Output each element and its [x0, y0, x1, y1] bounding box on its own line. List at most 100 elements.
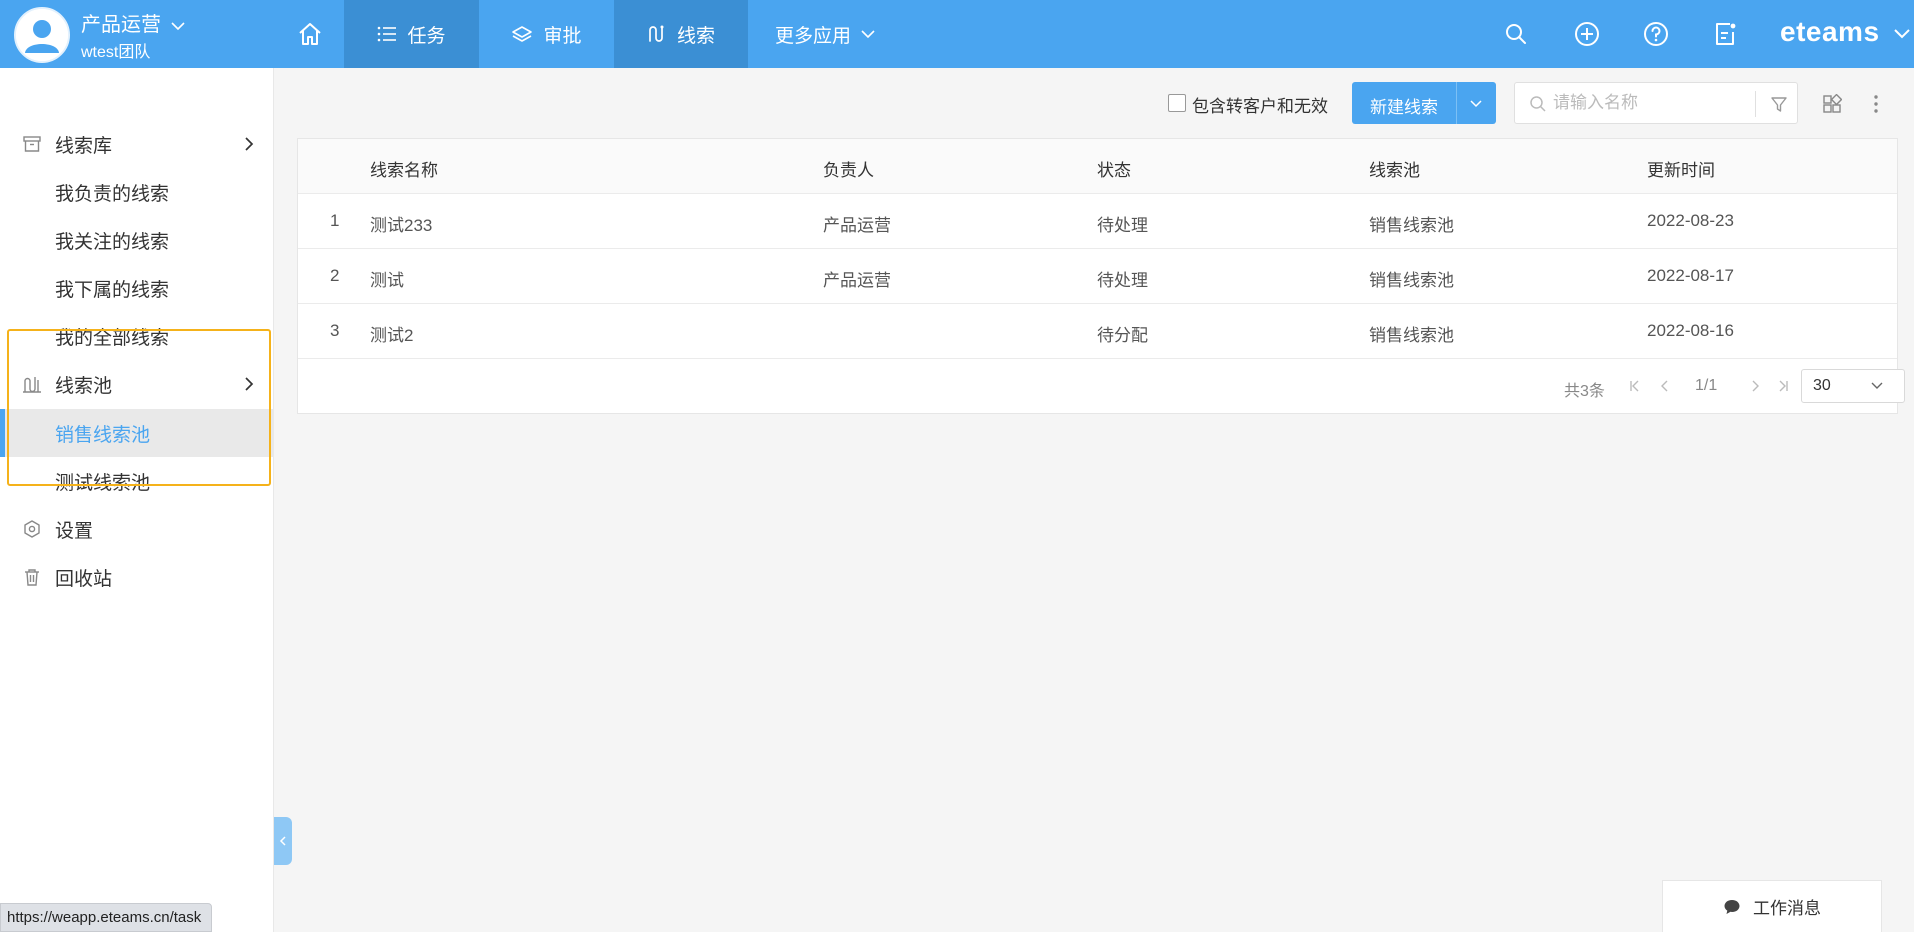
sidebar-item-test-pool[interactable]: 测试线索池	[0, 457, 274, 505]
sidebar-item-subordinates[interactable]: 我下属的线索	[0, 264, 274, 312]
lead-owner: 产品运营	[823, 271, 891, 290]
sidebar-item-label: 线索池	[55, 375, 113, 397]
plus-circle-icon	[1575, 22, 1599, 46]
search-icon	[1530, 96, 1546, 112]
page-size-value: 30	[1813, 377, 1831, 394]
chevron-down-icon[interactable]	[1469, 96, 1483, 110]
table-row[interactable]: 2 测试 产品运营 待处理 销售线索池 2022-08-17	[298, 249, 1897, 304]
sidebar-item-label: 测试线索池	[55, 472, 151, 494]
sidebar-item-my-followed[interactable]: 我关注的线索	[0, 216, 274, 264]
notes-button[interactable]	[1707, 16, 1743, 52]
user-name-dropdown[interactable]: 产品运营	[81, 8, 185, 37]
chevron-right-icon	[245, 377, 254, 391]
more-options-button[interactable]	[1864, 92, 1888, 116]
column-header-status[interactable]: 状态	[1097, 156, 1131, 181]
prev-page-icon[interactable]	[1658, 379, 1672, 393]
search-box	[1514, 82, 1798, 124]
include-converted-checkbox[interactable]	[1168, 94, 1186, 112]
lead-icon	[649, 25, 664, 42]
lead-name[interactable]: 测试2	[370, 321, 413, 346]
chevron-down-icon	[861, 30, 875, 39]
top-navigation-bar: 产品运营 wtest团队 任务 审批 线索 更多应用 eteams	[0, 0, 1914, 68]
tab-task[interactable]: 任务	[344, 0, 479, 68]
user-name: 产品运营	[81, 14, 161, 36]
new-lead-label: 新建线索	[1370, 98, 1438, 117]
sidebar-item-library[interactable]: 线索库	[0, 120, 274, 168]
home-button[interactable]	[290, 14, 330, 54]
help-icon	[1644, 22, 1668, 46]
team-name: wtest团队	[81, 44, 151, 61]
lead-name[interactable]: 测试233	[370, 211, 432, 236]
table-header: 线索名称 负责人 状态 线索池 更新时间	[298, 139, 1897, 194]
filter-icon[interactable]	[1770, 95, 1788, 113]
include-converted-label[interactable]: 包含转客户和无效	[1192, 92, 1328, 117]
avatar[interactable]	[14, 7, 70, 63]
new-lead-button[interactable]: 新建线索	[1352, 82, 1496, 124]
chevron-left-icon	[279, 836, 286, 846]
last-page-icon[interactable]	[1776, 379, 1790, 393]
lead-updated: 2022-08-17	[1647, 266, 1734, 285]
row-index: 1	[330, 211, 340, 230]
lead-status: 待分配	[1097, 326, 1148, 345]
more-vertical-icon	[1874, 95, 1878, 113]
sidebar-item-label: 设置	[55, 520, 94, 542]
sidebar-item-label: 我负责的线索	[55, 183, 170, 205]
column-header-updated[interactable]: 更新时间	[1647, 156, 1715, 181]
list-icon	[378, 26, 397, 42]
lead-pool: 销售线索池	[1369, 271, 1454, 290]
lead-status: 待处理	[1097, 271, 1148, 290]
page-indicator: 1/1	[1695, 377, 1718, 394]
sidebar-item-label: 回收站	[55, 568, 113, 590]
column-header-pool[interactable]: 线索池	[1369, 156, 1420, 181]
sidebar-item-label: 我下属的线索	[55, 279, 170, 301]
status-bar-url: https://weapp.eteams.cn/task	[0, 903, 213, 932]
settings-hex-icon	[24, 520, 40, 538]
layers-icon	[512, 26, 533, 42]
lead-pool: 销售线索池	[1369, 216, 1454, 235]
row-index: 2	[330, 266, 340, 285]
total-count: 共3条	[1564, 383, 1605, 400]
lead-owner: 产品运营	[823, 216, 891, 235]
more-apps-dropdown[interactable]: 更多应用	[775, 0, 875, 68]
tab-approval[interactable]: 审批	[479, 0, 614, 68]
sidebar-item-my-responsible[interactable]: 我负责的线索	[0, 168, 274, 216]
sidebar-item-pool[interactable]: 线索池	[0, 360, 274, 408]
lead-name[interactable]: 测试	[370, 266, 404, 291]
column-header-owner[interactable]: 负责人	[823, 156, 874, 181]
chat-bubble-icon	[1724, 899, 1740, 914]
user-avatar-icon	[16, 9, 68, 61]
table-row[interactable]: 3 测试2 待分配 销售线索池 2022-08-16	[298, 304, 1897, 359]
brand-logo: eteams	[1780, 16, 1880, 47]
search-input[interactable]	[1553, 92, 1753, 114]
search-separator	[1755, 91, 1756, 117]
sidebar-collapse-handle[interactable]	[274, 817, 292, 865]
search-icon	[1506, 24, 1526, 44]
work-messages-label: 工作消息	[1753, 899, 1821, 918]
sidebar-item-recycle[interactable]: 回收站	[0, 553, 274, 601]
next-page-icon[interactable]	[1748, 379, 1762, 393]
page-size-select[interactable]: 30	[1801, 369, 1905, 403]
tab-leads-label: 线索	[676, 25, 715, 47]
search-button[interactable]	[1498, 16, 1534, 52]
tab-approval-label: 审批	[543, 25, 582, 47]
sidebar-item-label: 销售线索池	[55, 424, 151, 446]
lead-updated: 2022-08-16	[1647, 321, 1734, 340]
sidebar-item-sales-pool[interactable]: 销售线索池	[0, 409, 274, 457]
help-button[interactable]	[1638, 16, 1674, 52]
first-page-icon[interactable]	[1628, 379, 1642, 393]
home-icon	[299, 23, 321, 45]
table-row[interactable]: 1 测试233 产品运营 待处理 销售线索池 2022-08-23	[298, 194, 1897, 249]
column-header-name[interactable]: 线索名称	[370, 156, 438, 181]
create-button[interactable]	[1569, 16, 1605, 52]
grid-layout-icon	[1823, 94, 1842, 113]
tab-leads[interactable]: 线索	[614, 0, 748, 68]
sidebar-item-all-leads[interactable]: 我的全部线索	[0, 312, 274, 360]
work-messages-button[interactable]: 工作消息	[1662, 880, 1882, 932]
layout-switch-button[interactable]	[1820, 92, 1844, 116]
row-index: 3	[330, 321, 340, 340]
chevron-down-icon	[1871, 382, 1883, 389]
brand-menu[interactable]: eteams	[1780, 16, 1910, 48]
button-separator	[1456, 82, 1457, 124]
more-apps-label: 更多应用	[775, 25, 852, 47]
sidebar-item-settings[interactable]: 设置	[0, 505, 274, 553]
